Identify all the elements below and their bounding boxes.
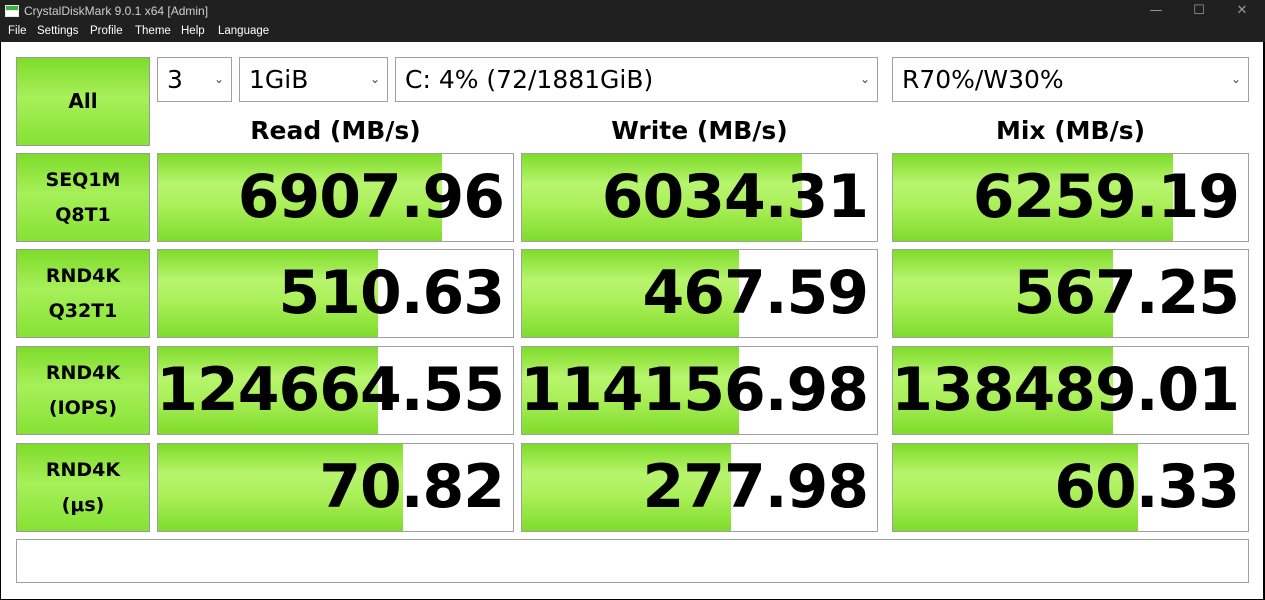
result-value: 60.33 (1054, 452, 1240, 522)
test-label-line2: (μs) (61, 493, 105, 516)
result-value: 467.59 (642, 258, 869, 328)
result-value: 114156.98 (521, 355, 869, 425)
result-value: 6034.31 (601, 162, 869, 232)
write-header: Write (MB/s) (611, 116, 788, 145)
result-write-rnd4k-iops: 114156.98 (521, 346, 878, 435)
comment-box[interactable] (16, 539, 1249, 583)
result-write-seq1m: 6034.31 (521, 153, 878, 242)
menu-profile[interactable]: Profile (90, 25, 123, 37)
result-read-rnd4k-q32t1: 510.63 (157, 249, 514, 338)
drive-value: C: 4% (72/1881GiB) (405, 65, 654, 94)
chevron-down-icon: ⌄ (1230, 72, 1241, 86)
test-button-seq1m-q8t1[interactable]: SEQ1M Q8T1 (16, 153, 150, 242)
run-all-button[interactable]: All (16, 57, 150, 146)
chevron-down-icon: ⌄ (859, 72, 870, 86)
close-button[interactable]: ✕ (1219, 0, 1265, 22)
test-count-select[interactable]: 3 ⌄ (157, 57, 232, 102)
maximize-button[interactable]: ☐ (1176, 0, 1222, 22)
result-value: 510.63 (278, 258, 505, 328)
window-title: CrystalDiskMark 9.0.1 x64 [Admin] (24, 4, 209, 18)
result-value: 124664.55 (157, 355, 505, 425)
result-value: 6907.96 (237, 162, 505, 232)
test-size-select[interactable]: 1GiB ⌄ (239, 57, 388, 102)
result-mix-rnd4k-latency: 60.33 (892, 443, 1249, 532)
read-header: Read (MB/s) (250, 116, 421, 145)
title-bar: CrystalDiskMark 9.0.1 x64 [Admin] — ☐ ✕ (0, 0, 1265, 22)
test-label-line1: RND4K (45, 361, 121, 384)
test-button-rnd4k-iops[interactable]: RND4K (IOPS) (16, 346, 150, 435)
result-mix-seq1m: 6259.19 (892, 153, 1249, 242)
result-read-rnd4k-latency: 70.82 (157, 443, 514, 532)
mix-header: Mix (MB/s) (995, 116, 1146, 145)
menu-file[interactable]: File (8, 25, 27, 37)
menu-help[interactable]: Help (181, 25, 205, 37)
test-label-line2: Q32T1 (48, 299, 118, 322)
test-label-line1: RND4K (45, 264, 121, 287)
mix-ratio-select[interactable]: R70%/W30% ⌄ (892, 57, 1249, 102)
result-write-rnd4k-latency: 277.98 (521, 443, 878, 532)
result-mix-rnd4k-iops: 138489.01 (892, 346, 1249, 435)
menu-language[interactable]: Language (218, 25, 269, 37)
result-write-rnd4k-q32t1: 467.59 (521, 249, 878, 338)
drive-select[interactable]: C: 4% (72/1881GiB) ⌄ (395, 57, 878, 102)
chevron-down-icon: ⌄ (369, 72, 380, 86)
menu-theme[interactable]: Theme (135, 25, 171, 37)
result-value: 6259.19 (972, 162, 1240, 232)
test-count-value: 3 (167, 65, 183, 94)
result-mix-rnd4k-q32t1: 567.25 (892, 249, 1249, 338)
test-button-rnd4k-q32t1[interactable]: RND4K Q32T1 (16, 249, 150, 338)
menu-bar: File Settings Profile Theme Help Languag… (0, 22, 1265, 42)
result-value: 70.82 (319, 452, 505, 522)
test-button-rnd4k-latency[interactable]: RND4K (μs) (16, 443, 150, 532)
result-read-rnd4k-iops: 124664.55 (157, 346, 514, 435)
result-value: 138489.01 (892, 355, 1240, 425)
result-value: 567.25 (1013, 258, 1240, 328)
chevron-down-icon: ⌄ (213, 72, 224, 86)
test-label-line1: SEQ1M (45, 168, 121, 191)
test-size-value: 1GiB (249, 65, 309, 94)
test-label-line1: RND4K (45, 458, 121, 481)
minimize-button[interactable]: — (1133, 0, 1179, 22)
mix-ratio-value: R70%/W30% (902, 65, 1064, 94)
menu-settings[interactable]: Settings (37, 25, 79, 37)
result-value: 277.98 (642, 452, 869, 522)
test-label-line2: (IOPS) (48, 396, 118, 419)
test-label-line2: Q8T1 (55, 203, 111, 226)
app-icon (5, 5, 19, 17)
run-all-label: All (68, 89, 98, 113)
result-read-seq1m: 6907.96 (157, 153, 514, 242)
